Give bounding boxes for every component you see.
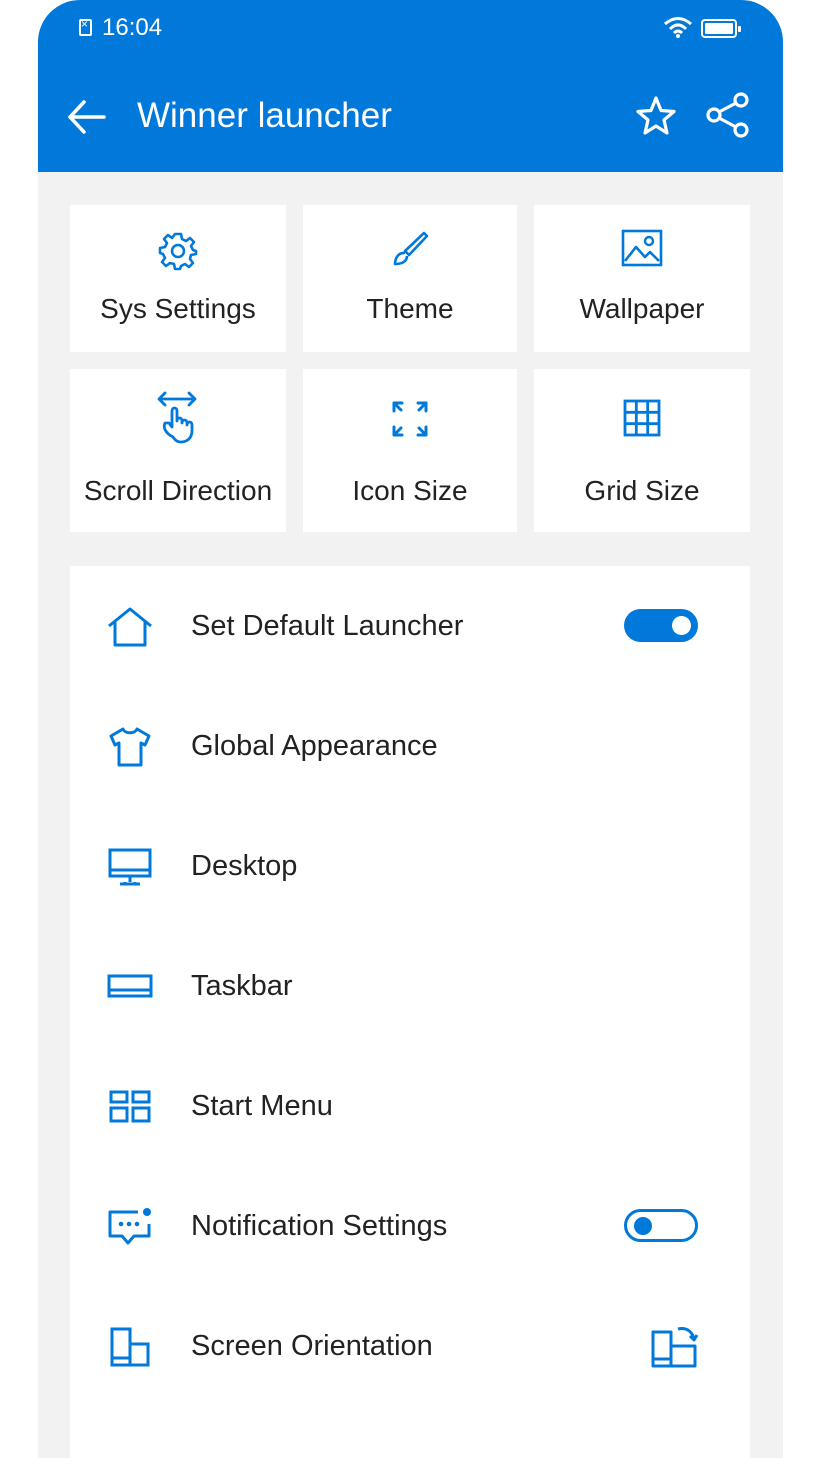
app-bar: 16:04 Winner launcher <box>38 0 783 172</box>
tile-theme[interactable]: Theme <box>303 205 517 352</box>
sim-missing-icon <box>79 17 92 36</box>
notification-toggle[interactable] <box>624 1209 698 1242</box>
battery-icon <box>701 19 741 38</box>
shirt-icon <box>109 727 151 767</box>
tile-wallpaper[interactable]: Wallpaper <box>534 205 750 352</box>
setting-global-appearance[interactable]: Global Appearance <box>70 686 750 806</box>
page-title: Winner launcher <box>137 96 392 135</box>
brush-icon <box>393 231 429 266</box>
default-launcher-toggle[interactable] <box>624 609 698 642</box>
setting-label: Global Appearance <box>191 730 438 762</box>
tile-sys-settings[interactable]: Sys Settings <box>70 205 286 352</box>
swipe-hand-icon <box>157 391 197 444</box>
tile-label: Icon Size <box>352 475 468 506</box>
home-icon <box>108 607 152 647</box>
setting-screen-orientation[interactable]: Screen Orientation <box>70 1286 750 1406</box>
setting-taskbar[interactable]: Taskbar <box>70 926 750 1046</box>
tile-label: Wallpaper <box>579 293 705 324</box>
rotate-screen-icon[interactable] <box>650 1324 700 1368</box>
phone-screen: 16:04 Winner launcher Sys Settings <box>38 0 783 1458</box>
setting-desktop[interactable]: Desktop <box>70 806 750 926</box>
back-arrow-icon[interactable] <box>64 94 110 140</box>
tile-label: Theme <box>366 293 454 324</box>
star-icon[interactable] <box>634 94 678 138</box>
tile-label: Scroll Direction <box>83 475 273 506</box>
monitor-icon <box>108 848 152 886</box>
expand-arrows-icon <box>392 401 428 437</box>
setting-start-menu[interactable]: Start Menu <box>70 1046 750 1166</box>
image-icon <box>621 229 663 267</box>
tile-grid-size[interactable]: Grid Size <box>534 369 750 532</box>
setting-label: Notification Settings <box>191 1210 448 1242</box>
setting-label: Start Menu <box>191 1090 333 1122</box>
device-icon <box>110 1327 150 1367</box>
setting-default-launcher[interactable]: Set Default Launcher <box>70 566 750 686</box>
tile-scroll-direction[interactable]: Scroll Direction <box>70 369 286 532</box>
setting-label: Screen Orientation <box>191 1330 433 1362</box>
setting-label: Set Default Launcher <box>191 610 464 642</box>
start-menu-icon <box>109 1090 151 1123</box>
notification-icon <box>108 1208 151 1245</box>
setting-label: Desktop <box>191 850 298 882</box>
tile-label: Sys Settings <box>100 293 256 324</box>
settings-list: Set Default Launcher Global Appearance D… <box>70 566 750 1458</box>
share-icon[interactable] <box>705 92 751 138</box>
tile-label: Grid Size <box>584 475 700 506</box>
gear-icon <box>158 232 198 271</box>
status-time: 16:04 <box>102 14 163 41</box>
setting-notification[interactable]: Notification Settings <box>70 1166 750 1286</box>
wifi-icon <box>664 17 692 38</box>
grid-icon <box>623 399 661 437</box>
taskbar-icon <box>107 974 153 998</box>
setting-label: Taskbar <box>191 970 293 1002</box>
tile-icon-size[interactable]: Icon Size <box>303 369 517 532</box>
